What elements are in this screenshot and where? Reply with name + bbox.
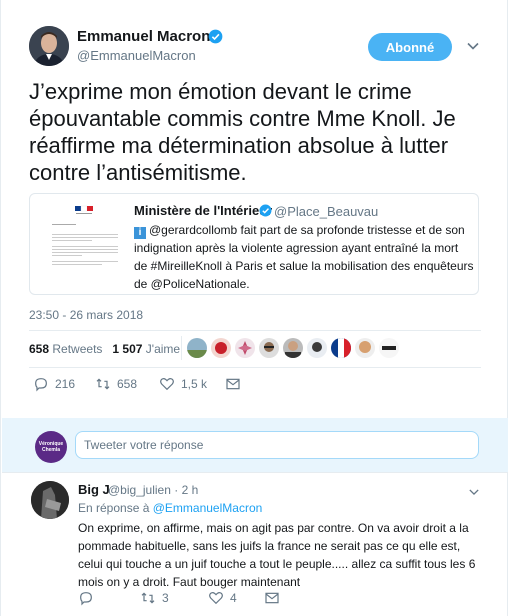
retweets-stat[interactable]: 658 Retweets [29,342,102,356]
like-icon [209,591,223,605]
divider [29,330,481,331]
chevron-down-icon[interactable] [467,40,479,52]
reply-context: En réponse à @EmmanuelMacron [78,501,263,515]
tweet-stats: 658 Retweets 1 507 J'aime [29,342,180,356]
liker-avatar[interactable] [211,338,231,358]
tweet-actions: 216 658 1,5 k [29,376,429,396]
like-action[interactable]: 4 [208,590,237,606]
quoted-tweet-card[interactable]: Ministère de l'Intérieur @Place_Beauvau … [29,193,479,295]
reply-icon [35,378,47,392]
tweet-text: J’exprime mon émotion devant le crime ép… [29,79,456,185]
divider [29,367,481,368]
liker-avatar[interactable] [355,338,375,358]
document-thumbnail [40,202,130,287]
reply-author-name[interactable]: Big J [78,482,110,497]
author-avatar[interactable] [29,26,69,66]
retweet-action[interactable]: 658 [95,376,137,392]
direct-message-action[interactable] [264,590,280,606]
tweet-detail: Emmanuel Macron @EmmanuelMacron Abonné J… [0,0,508,616]
like-action[interactable]: 1,5 k [159,376,207,392]
retweet-icon [141,592,155,604]
liker-avatar[interactable] [307,338,327,358]
divider [2,472,508,473]
liker-avatar[interactable] [235,338,255,358]
quoted-author-handle[interactable]: @Place_Beauvau [274,204,378,219]
reply-action[interactable]: 216 [33,376,75,392]
reply-action[interactable] [78,590,94,606]
likers-avatars [187,338,399,358]
divider [181,336,182,360]
reply-time[interactable]: · 2 h [174,483,198,497]
reply-text: On exprime, on affirme, mais on agit pas… [78,521,476,589]
reply-icon [80,592,92,606]
liker-avatar[interactable] [331,338,351,358]
reply-context-mention[interactable]: @EmmanuelMacron [153,501,263,515]
reply-input[interactable]: Tweeter votre réponse [75,431,479,459]
verified-icon [259,204,272,217]
reply-author-avatar[interactable] [31,481,69,519]
like-count: 1,5 k [181,377,208,391]
reply-count: 216 [55,377,76,391]
retweet-count: 3 [162,591,169,605]
retweet-count: 658 [117,377,138,391]
liker-avatar[interactable] [379,338,399,358]
message-icon [226,378,240,390]
reply-actions: 3 4 [78,590,478,608]
info-icon: i [134,227,146,239]
liker-avatar[interactable] [283,338,303,358]
liker-avatar[interactable] [187,338,207,358]
retweet-icon [96,378,110,390]
like-count: 4 [230,591,237,605]
author-name[interactable]: Emmanuel Macron [77,28,210,45]
like-icon [160,377,174,391]
direct-message-action[interactable] [225,376,241,392]
chevron-down-icon[interactable] [469,487,479,497]
verified-icon [208,29,223,44]
quoted-author-name[interactable]: Ministère de l'Intérieur [134,203,272,218]
quoted-tweet-text: i @gerardcollomb fait part de sa profonde… [134,221,474,293]
retweet-action[interactable]: 3 [140,590,169,606]
current-user-avatar: Véronique Chemla [35,431,67,463]
quoted-text-body: @gerardcollomb fait part de sa profonde … [134,223,474,291]
message-icon [265,592,279,604]
likes-stat[interactable]: 1 507 J'aime [112,342,180,356]
author-handle[interactable]: @EmmanuelMacron [77,48,196,63]
tweet-timestamp[interactable]: 23:50 - 26 mars 2018 [29,308,143,322]
liker-avatar[interactable] [259,338,279,358]
reply-author-handle[interactable]: @big_julien · 2 h [108,483,198,497]
following-button[interactable]: Abonné [368,33,452,61]
